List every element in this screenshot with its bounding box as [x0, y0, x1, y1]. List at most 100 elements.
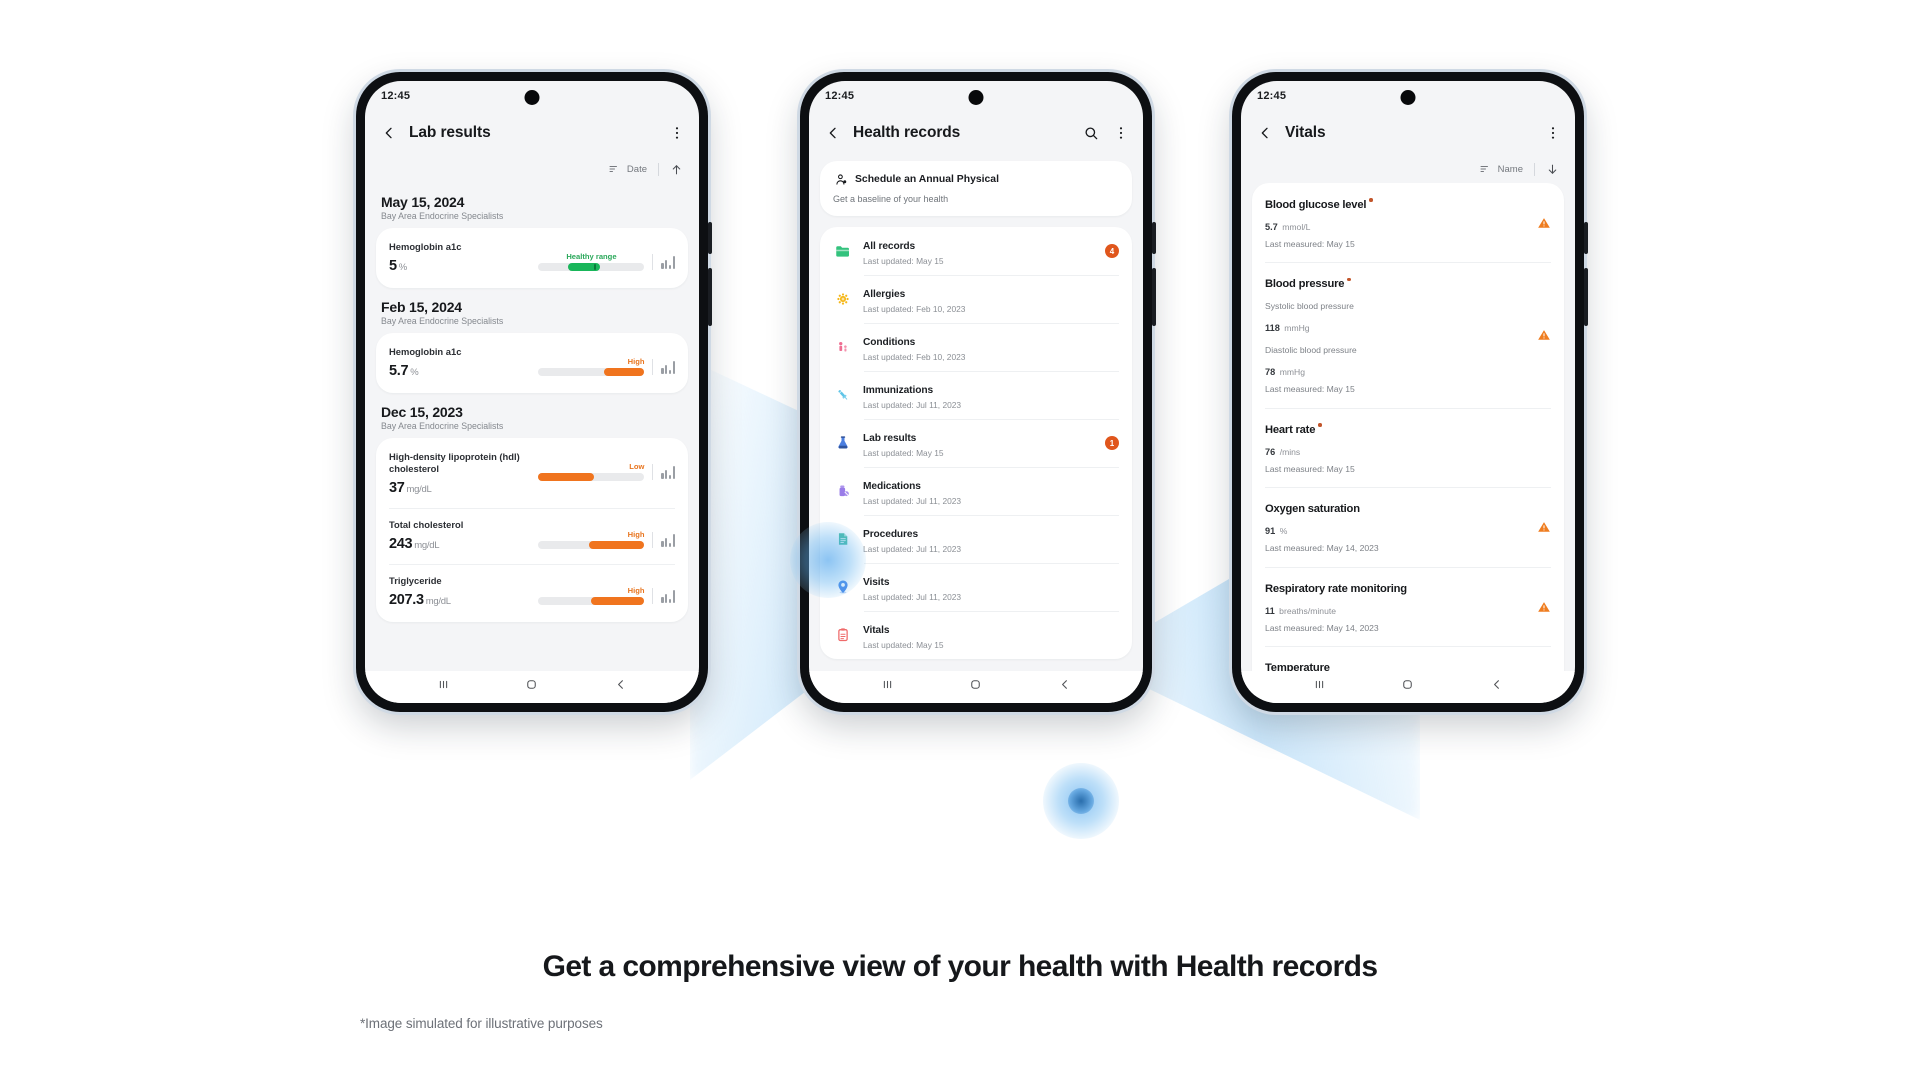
phone1-app-bar: Lab results	[365, 111, 699, 155]
mini-bar-chart-icon[interactable]	[661, 255, 675, 269]
vital-row[interactable]: Respiratory rate monitoring 11 breaths/m…	[1252, 566, 1564, 646]
warning-triangle-icon	[1537, 328, 1551, 342]
lab-result-value: 5.7%	[389, 363, 532, 379]
vital-info: Oxygen saturation 91 % Last measured: Ma…	[1265, 499, 1529, 554]
vitals-scroll[interactable]: Blood glucose level 5.7 mmol/L Last meas…	[1241, 183, 1575, 671]
record-subtitle: Last updated: Jul 11, 2023	[863, 400, 962, 410]
phone3-power-button[interactable]	[1584, 268, 1588, 326]
record-row-medications[interactable]: Medications Last updated: Jul 11, 2023	[820, 467, 1132, 515]
record-row-lab-results[interactable]: Lab results Last updated: May 15 1	[820, 419, 1132, 467]
syringe-icon	[833, 386, 852, 405]
more-vertical-icon[interactable]	[1111, 123, 1131, 143]
lab-result-row[interactable]: Hemoglobin a1c 5% Healthy range	[376, 230, 688, 286]
vital-row[interactable]: Oxygen saturation 91 % Last measured: Ma…	[1252, 487, 1564, 566]
camera-punch-hole	[968, 90, 984, 105]
record-text: Conditions Last updated: Feb 10, 2023	[863, 332, 1119, 362]
home-icon[interactable]	[968, 677, 983, 697]
phone3-status-bar: 12:45	[1241, 81, 1575, 111]
back-icon[interactable]	[613, 677, 628, 697]
arrow-down-icon[interactable]	[1546, 163, 1559, 176]
sort-icon[interactable]	[1479, 163, 1492, 176]
mini-bar-chart-icon[interactable]	[661, 533, 675, 547]
camera-punch-hole	[1400, 90, 1416, 105]
record-subtitle: Last updated: May 15	[863, 640, 944, 650]
mini-bar-chart-icon[interactable]	[661, 360, 675, 374]
record-title: Procedures	[863, 529, 919, 540]
location-pin-icon	[833, 578, 852, 597]
back-icon[interactable]	[1489, 677, 1504, 697]
phone3-volume-button[interactable]	[1584, 222, 1588, 254]
phone1-volume-button[interactable]	[708, 222, 712, 254]
health-records-scroll[interactable]: Schedule an Annual Physical Get a baseli…	[809, 155, 1143, 671]
record-row-all-records[interactable]: All records Last updated: May 15 4	[820, 227, 1132, 275]
more-vertical-icon[interactable]	[1543, 123, 1563, 143]
record-badge: 1	[1105, 436, 1119, 450]
vital-row[interactable]: Blood pressure Systolic blood pressure 11…	[1252, 262, 1564, 407]
mini-bar-chart-icon[interactable]	[661, 589, 675, 603]
vital-marker-dot	[1318, 423, 1322, 427]
chevron-left-icon[interactable]	[823, 123, 843, 143]
sort-label[interactable]: Name	[1498, 164, 1523, 175]
lab-result-name: Hemoglobin a1c	[389, 346, 462, 358]
lab-range-tag: High	[627, 586, 645, 596]
clipboard-icon	[833, 626, 852, 645]
schedule-annual-physical-card[interactable]: Schedule an Annual Physical Get a baseli…	[820, 161, 1132, 216]
vital-info: Temperature 98.24 F Last measured: May 1…	[1265, 658, 1529, 671]
vital-unit: /mins	[1279, 446, 1301, 457]
vital-info: Respiratory rate monitoring 11 breaths/m…	[1265, 579, 1529, 634]
chevron-left-icon[interactable]	[379, 123, 399, 143]
status-clock: 12:45	[825, 90, 855, 102]
chevron-left-icon[interactable]	[1255, 123, 1275, 143]
mini-bar-chart-icon[interactable]	[661, 465, 675, 479]
lab-result-card[interactable]: Hemoglobin a1c 5.7% High	[376, 333, 688, 394]
phone1-status-bar: 12:45	[365, 81, 699, 111]
lab-group-date: Dec 15, 2023	[381, 404, 463, 421]
sort-label[interactable]: Date	[627, 164, 647, 175]
phone-lab-results: 12:45 Lab results Date May 15, 2024 Bay …	[356, 72, 712, 712]
phone1-power-button[interactable]	[708, 268, 712, 326]
record-row-procedures[interactable]: Procedures Last updated: Jul 11, 2023	[820, 515, 1132, 563]
warning-triangle-icon	[1538, 217, 1550, 228]
record-subtitle: Last updated: Feb 10, 2023	[863, 352, 966, 362]
vital-row[interactable]: Heart rate 76 /mins Last measured: May 1…	[1252, 407, 1564, 487]
lab-result-row[interactable]: Triglyceride 207.3 mg/dL High	[376, 564, 688, 620]
phone2-nav-bar	[809, 671, 1143, 703]
health-records-list[interactable]: All records Last updated: May 15 4 Aller…	[820, 227, 1132, 659]
recents-icon[interactable]	[436, 677, 451, 697]
lab-results-list[interactable]: May 15, 2024 Bay Area Endocrine Specialis…	[365, 183, 699, 671]
vital-title-wrap: Respiratory rate monitoring	[1265, 579, 1529, 597]
vital-row[interactable]: Temperature 98.24 F Last measured: May 1…	[1252, 646, 1564, 671]
recents-icon[interactable]	[880, 677, 895, 697]
phone3-sort-row[interactable]: Name	[1241, 155, 1575, 183]
lab-result-card[interactable]: High-density lipoprotein (hdl) cholester…	[376, 438, 688, 623]
record-row-vitals[interactable]: Vitals Last updated: May 15	[820, 611, 1132, 659]
more-vertical-icon[interactable]	[667, 123, 687, 143]
phone2-volume-button[interactable]	[1152, 222, 1156, 254]
phone1-sort-row[interactable]: Date	[365, 155, 699, 183]
record-row-conditions[interactable]: Conditions Last updated: Feb 10, 2023	[820, 323, 1132, 371]
record-row-immunizations[interactable]: Immunizations Last updated: Jul 11, 2023	[820, 371, 1132, 419]
vital-row[interactable]: Blood glucose level 5.7 mmol/L Last meas…	[1252, 183, 1564, 262]
lab-group-date: May 15, 2024	[381, 194, 465, 210]
record-row-visits[interactable]: Visits Last updated: Jul 11, 2023	[820, 563, 1132, 611]
home-icon[interactable]	[1400, 677, 1415, 697]
record-subtitle: Last updated: Feb 10, 2023	[863, 304, 966, 314]
record-title: Conditions	[863, 337, 916, 348]
vital-line-label: Diastolic blood pressure	[1265, 345, 1357, 356]
sort-divider	[658, 162, 659, 176]
lab-result-card[interactable]: Hemoglobin a1c 5% Healthy range	[376, 228, 688, 289]
record-row-allergies[interactable]: Allergies Last updated: Feb 10, 2023	[820, 275, 1132, 323]
arrow-up-icon[interactable]	[670, 163, 683, 176]
sort-icon[interactable]	[608, 163, 621, 176]
phone2-power-button[interactable]	[1152, 268, 1156, 326]
lab-result-row[interactable]: Total cholesterol 243 mg/dL High	[376, 508, 688, 564]
vitals-list[interactable]: Blood glucose level 5.7 mmol/L Last meas…	[1252, 183, 1564, 671]
lab-result-row[interactable]: Hemoglobin a1c 5.7% High	[376, 335, 688, 391]
status-clock: 12:45	[381, 90, 411, 102]
back-icon[interactable]	[1057, 677, 1072, 697]
search-icon[interactable]	[1081, 123, 1101, 143]
lab-result-row[interactable]: High-density lipoprotein (hdl) cholester…	[376, 440, 688, 508]
recents-icon[interactable]	[1312, 677, 1327, 697]
home-icon[interactable]	[524, 677, 539, 697]
document-icon	[833, 530, 852, 549]
